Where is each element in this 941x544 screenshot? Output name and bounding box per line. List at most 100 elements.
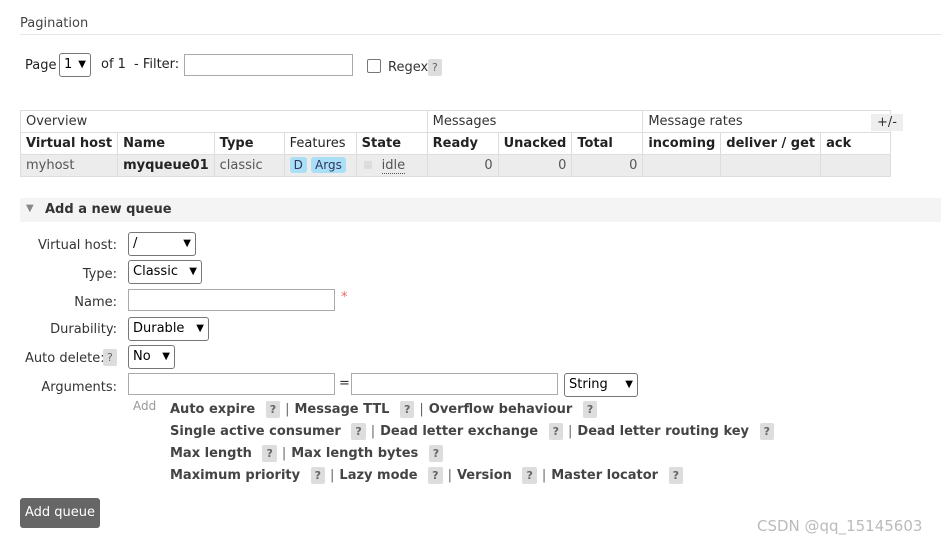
col-incoming[interactable]: incoming [642, 132, 722, 155]
queues-table: Overview Messages Message rates Virtual … [19, 110, 892, 177]
arg-link-master-locator[interactable]: Master locator [551, 468, 658, 483]
chevron-down-icon: ▼ [196, 323, 204, 334]
col-virtual-host[interactable]: Virtual host [19, 132, 119, 155]
col-ack[interactable]: ack [820, 132, 892, 155]
regex-help-icon[interactable]: ? [428, 59, 442, 76]
chevron-down-icon: ▼ [78, 59, 86, 70]
add-argument-label: Add [133, 399, 157, 413]
argument-shortcuts-row-3: Max length ? | Max length bytes ? [170, 445, 444, 462]
master-locator-help-icon[interactable]: ? [668, 467, 683, 484]
dlx-help-icon[interactable]: ? [548, 423, 564, 440]
equals-sign: = [339, 376, 350, 391]
vhost-label: Virtual host: [37, 238, 117, 253]
col-name[interactable]: Name [117, 132, 215, 155]
feature-args-badge: Args [311, 157, 346, 173]
autodelete-help-icon[interactable]: ? [103, 349, 117, 366]
regex-checkbox[interactable] [367, 59, 381, 73]
chevron-down-icon: ▼ [162, 351, 170, 362]
cell-deliver-get [720, 154, 822, 177]
add-queue-section-title: Add a new queue [45, 202, 172, 217]
auto-expire-help-icon[interactable]: ? [265, 401, 281, 418]
col-state[interactable]: State [355, 132, 428, 155]
group-messages: Messages [426, 110, 644, 133]
overflow-help-icon[interactable]: ? [582, 401, 598, 418]
pagination-heading: Pagination [20, 16, 89, 31]
max-length-help-icon[interactable]: ? [262, 445, 277, 462]
cell-queue-name[interactable]: myqueue01 [117, 154, 215, 177]
type-select-value: Classic [133, 264, 178, 279]
arg-link-auto-expire[interactable]: Auto expire [170, 402, 255, 417]
page-select[interactable]: 1 ▼ [59, 53, 91, 77]
page-select-value: 1 [64, 57, 73, 72]
arg-link-max-length-bytes[interactable]: Max length bytes [291, 446, 418, 461]
argument-shortcuts-row-1: Auto expire ? | Message TTL ? | Overflow beh… [170, 401, 598, 418]
pagination-divider [20, 34, 941, 35]
cell-features: D Args [283, 154, 357, 177]
cell-ack [820, 154, 892, 177]
col-ready[interactable]: Ready [426, 132, 499, 155]
autodelete-label: Auto delete: [25, 351, 105, 366]
autodelete-select[interactable]: No ▼ [128, 345, 175, 369]
chevron-down-icon: ▼ [183, 238, 191, 249]
argument-type-select[interactable]: String ▼ [564, 373, 638, 397]
arg-link-max-priority[interactable]: Maximum priority [170, 468, 300, 483]
arg-link-lazy-mode[interactable]: Lazy mode [339, 468, 417, 483]
version-help-icon[interactable]: ? [522, 467, 537, 484]
cell-ready: 0 [426, 154, 499, 177]
table-row[interactable]: myhost myqueue01 classic D Args idle 0 0… [19, 154, 892, 177]
type-select[interactable]: Classic ▼ [128, 260, 202, 284]
durability-select-value: Durable [133, 321, 185, 336]
add-queue-button[interactable]: Add queue [20, 498, 100, 528]
chevron-down-icon: ▼ [189, 266, 197, 277]
chevron-down-icon: ▼ [625, 379, 633, 390]
queue-name-input[interactable] [128, 289, 335, 311]
add-queue-section-header[interactable]: ▼ Add a new queue [20, 198, 941, 222]
table-column-header: Virtual host Name Type Features State Re… [19, 132, 892, 155]
max-priority-help-icon[interactable]: ? [310, 467, 326, 484]
col-features: Features [283, 132, 357, 155]
regex-label: Regex [388, 60, 429, 75]
arg-link-dlx[interactable]: Dead letter exchange [380, 424, 538, 439]
vhost-select-value: / [133, 236, 138, 251]
argument-shortcuts-row-4: Maximum priority ? | Lazy mode ? | Version ?… [170, 467, 683, 484]
state-text: idle [381, 158, 406, 174]
arg-link-single-active[interactable]: Single active consumer [170, 424, 341, 439]
separator: | [281, 446, 287, 461]
arg-link-overflow[interactable]: Overflow behaviour [429, 402, 573, 417]
feature-durable-badge: D [289, 157, 307, 173]
cell-state: idle [355, 154, 428, 177]
vhost-select[interactable]: / ▼ [128, 232, 196, 256]
col-deliver-get[interactable]: deliver / get [720, 132, 822, 155]
lazy-mode-help-icon[interactable]: ? [428, 467, 443, 484]
separator: | [285, 402, 290, 417]
separator: | [568, 424, 573, 439]
max-length-bytes-help-icon[interactable]: ? [428, 445, 444, 462]
single-active-help-icon[interactable]: ? [351, 423, 366, 440]
filter-input[interactable] [184, 54, 353, 76]
cell-incoming [642, 154, 722, 177]
message-ttl-help-icon[interactable]: ? [400, 401, 415, 418]
arg-link-message-ttl[interactable]: Message TTL [295, 402, 390, 417]
arguments-label: Arguments: [41, 380, 117, 395]
type-label: Type: [82, 267, 117, 282]
separator: | [370, 424, 376, 439]
dlrk-help-icon[interactable]: ? [759, 423, 774, 440]
col-type[interactable]: Type [213, 132, 285, 155]
col-total[interactable]: Total [571, 132, 644, 155]
col-unacked[interactable]: Unacked [497, 132, 573, 155]
separator: | [330, 468, 335, 483]
arg-link-dlrk[interactable]: Dead letter routing key [577, 424, 749, 439]
name-label: Name: [74, 295, 117, 310]
argument-value-input[interactable] [351, 373, 558, 395]
durability-select[interactable]: Durable ▼ [128, 317, 209, 341]
cell-unacked: 0 [497, 154, 573, 177]
required-mark: * [341, 290, 348, 305]
argument-key-input[interactable] [128, 373, 335, 395]
cell-total: 0 [571, 154, 644, 177]
table-group-header: Overview Messages Message rates [20, 110, 892, 133]
separator: | [419, 402, 424, 417]
arg-link-max-length[interactable]: Max length [170, 446, 252, 461]
cell-type: classic [213, 154, 285, 177]
arg-link-version[interactable]: Version [457, 468, 512, 483]
columns-toggle-button[interactable]: +/- [871, 114, 903, 131]
